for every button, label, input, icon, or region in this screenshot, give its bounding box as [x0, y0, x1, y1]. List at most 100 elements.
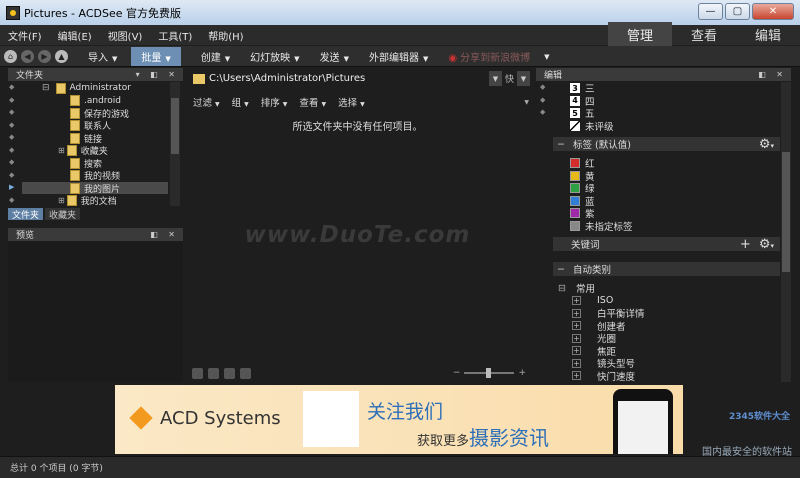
- zoom-out-icon[interactable]: −: [453, 368, 461, 378]
- rating-3[interactable]: 3三: [570, 82, 595, 95]
- auto-item-creator[interactable]: + 创建者: [572, 320, 626, 333]
- quick-search-label[interactable]: 快: [505, 72, 514, 85]
- auto-categories-header[interactable]: − 自动类别: [553, 262, 780, 276]
- tree-item-videos[interactable]: 我的视频: [70, 170, 120, 182]
- minimize-button[interactable]: —: [698, 3, 723, 20]
- auto-item-shutter-speed[interactable]: + 快门速度: [572, 370, 635, 383]
- mode-view[interactable]: 查看: [672, 22, 736, 46]
- up-button[interactable]: ▲: [55, 49, 68, 63]
- auto-item-focal-length[interactable]: + 焦距: [572, 345, 616, 358]
- auto-group-common[interactable]: ⊟ 常用: [558, 282, 595, 296]
- rating-none[interactable]: 未评级: [570, 120, 614, 133]
- tab-favorites[interactable]: 收藏夹: [45, 208, 81, 221]
- tree-item-pictures[interactable]: 我的图片: [22, 182, 168, 195]
- menu-view[interactable]: 视图(V): [100, 28, 151, 43]
- mode-tabs: 管理 查看 编辑: [608, 22, 800, 46]
- tab-folders[interactable]: 文件夹: [8, 208, 44, 221]
- zoom-slider[interactable]: − +: [453, 368, 526, 378]
- label-red[interactable]: 红: [570, 157, 595, 170]
- tree-item-android[interactable]: .android: [70, 95, 121, 107]
- properties-scrollbar[interactable]: [781, 82, 791, 382]
- tree-item-searches[interactable]: 搜索: [70, 157, 102, 170]
- gear-icon[interactable]: ⚙▾: [759, 137, 774, 152]
- panel-tools[interactable]: ▾ ◧ ✕: [136, 70, 179, 79]
- menu-help[interactable]: 帮助(H): [200, 28, 251, 43]
- rotate-left-icon[interactable]: [208, 367, 219, 379]
- phone-screen: [618, 401, 668, 454]
- folders-scrollbar[interactable]: [170, 82, 180, 206]
- tree-item-contacts[interactable]: 联系人: [70, 120, 111, 132]
- view-button[interactable]: 查看 ▼: [299, 95, 326, 109]
- subbar-overflow-icon[interactable]: ▼: [524, 99, 529, 106]
- pin-icon: ◆: [9, 145, 15, 154]
- mode-edit[interactable]: 编辑: [736, 22, 800, 46]
- label-yellow[interactable]: 黄: [570, 170, 595, 183]
- maximize-button[interactable]: ▢: [725, 3, 750, 20]
- path-dropdown-button[interactable]: ▼: [488, 71, 502, 86]
- panel-tools[interactable]: ◧ ✕: [150, 230, 179, 239]
- add-icon[interactable]: +: [740, 237, 751, 252]
- rating-5[interactable]: 5五: [570, 107, 595, 120]
- scrollbar-thumb[interactable]: [171, 98, 179, 154]
- mode-manage[interactable]: 管理: [608, 22, 672, 46]
- label-purple[interactable]: 紫: [570, 207, 595, 220]
- acd-brand-text: ACD Systems: [160, 407, 281, 429]
- site-badge: 2345软件大全: [728, 412, 790, 422]
- label-blue[interactable]: 蓝: [570, 195, 595, 208]
- browser-bottom-tools: − +: [192, 366, 530, 380]
- auto-item-aperture[interactable]: + 光圈: [572, 332, 616, 345]
- batch-button[interactable]: 批量 ▼: [131, 46, 181, 66]
- window-title: Pictures - ACDSee 官方免费版: [24, 6, 182, 20]
- scrollbar-thumb[interactable]: [782, 152, 790, 272]
- zoom-in-icon[interactable]: +: [518, 368, 526, 378]
- collapse-icon: ⊟: [558, 282, 566, 294]
- menu-edit[interactable]: 编辑(E): [50, 28, 100, 43]
- expand-icon: +: [572, 371, 581, 380]
- chevron-down-icon: ▼: [244, 101, 249, 108]
- rotate-right-icon[interactable]: [224, 367, 235, 379]
- compare-icon[interactable]: [240, 367, 251, 379]
- auto-item-iso[interactable]: + ISO: [572, 295, 613, 307]
- group-button[interactable]: 组 ▼: [232, 95, 249, 109]
- zoom-knob[interactable]: [486, 368, 492, 378]
- external-editor-button[interactable]: 外部编辑器 ▼: [369, 49, 428, 64]
- create-button[interactable]: 创建 ▼: [201, 49, 230, 64]
- label-green[interactable]: 绿: [570, 182, 595, 195]
- import-button[interactable]: 导入 ▼: [88, 49, 117, 64]
- keyword-actions[interactable]: + ⚙▾: [740, 237, 774, 252]
- menu-tools[interactable]: 工具(T): [150, 28, 200, 43]
- ad-headline: 关注我们: [367, 401, 444, 423]
- color-swatch: [570, 220, 580, 231]
- tree-item-administrator[interactable]: ⊟ Administrator: [42, 82, 131, 94]
- close-button[interactable]: ✕: [752, 3, 794, 20]
- tree-item-links[interactable]: 链接: [70, 132, 102, 145]
- labels-section-header[interactable]: − 标签 (默认值) ⚙▾: [553, 137, 780, 152]
- send-button[interactable]: 发送 ▼: [320, 49, 349, 64]
- tree-item-saved-games[interactable]: 保存的游戏: [70, 107, 129, 120]
- path-input[interactable]: C:\Users\Administrator\Pictures: [209, 73, 489, 84]
- image-icon[interactable]: [192, 367, 203, 379]
- label-unassigned[interactable]: 未指定标签: [570, 220, 633, 233]
- ad-banner[interactable]: ACD Systems 关注我们 获取更多摄影资讯: [115, 385, 683, 454]
- forward-button[interactable]: ▶: [38, 49, 51, 63]
- tree-item-favorites[interactable]: ⊞ 收藏夹: [58, 145, 108, 157]
- rating-4[interactable]: 4四: [570, 95, 595, 108]
- panel-tools[interactable]: ◧ ✕: [758, 70, 787, 79]
- gear-icon[interactable]: ⚙: [759, 237, 771, 252]
- maximize-icon: ▢: [732, 6, 743, 17]
- select-button[interactable]: 选择 ▼: [338, 95, 365, 109]
- sort-button[interactable]: 排序 ▼: [261, 95, 288, 109]
- keywords-section-header[interactable]: 关键词 + ⚙▾: [553, 237, 780, 252]
- share-weibo-button[interactable]: ◉ 分享到新浪微博: [448, 49, 530, 64]
- slideshow-button[interactable]: 幻灯放映 ▼: [250, 49, 299, 64]
- filter-button[interactable]: 过滤 ▼: [193, 95, 220, 109]
- auto-item-white-balance[interactable]: + 白平衡详情: [572, 307, 645, 320]
- zoom-track[interactable]: [464, 368, 515, 378]
- home-button[interactable]: ⌂: [4, 49, 17, 63]
- tree-item-documents[interactable]: ⊞ 我的文档: [58, 195, 117, 207]
- toolbar-overflow-button[interactable]: ▼: [544, 51, 549, 62]
- quick-search-dropdown[interactable]: ▼: [517, 71, 530, 86]
- auto-item-lens-model[interactable]: + 镜头型号: [572, 357, 635, 370]
- menu-file[interactable]: 文件(F): [0, 28, 50, 43]
- back-button[interactable]: ◀: [21, 49, 34, 63]
